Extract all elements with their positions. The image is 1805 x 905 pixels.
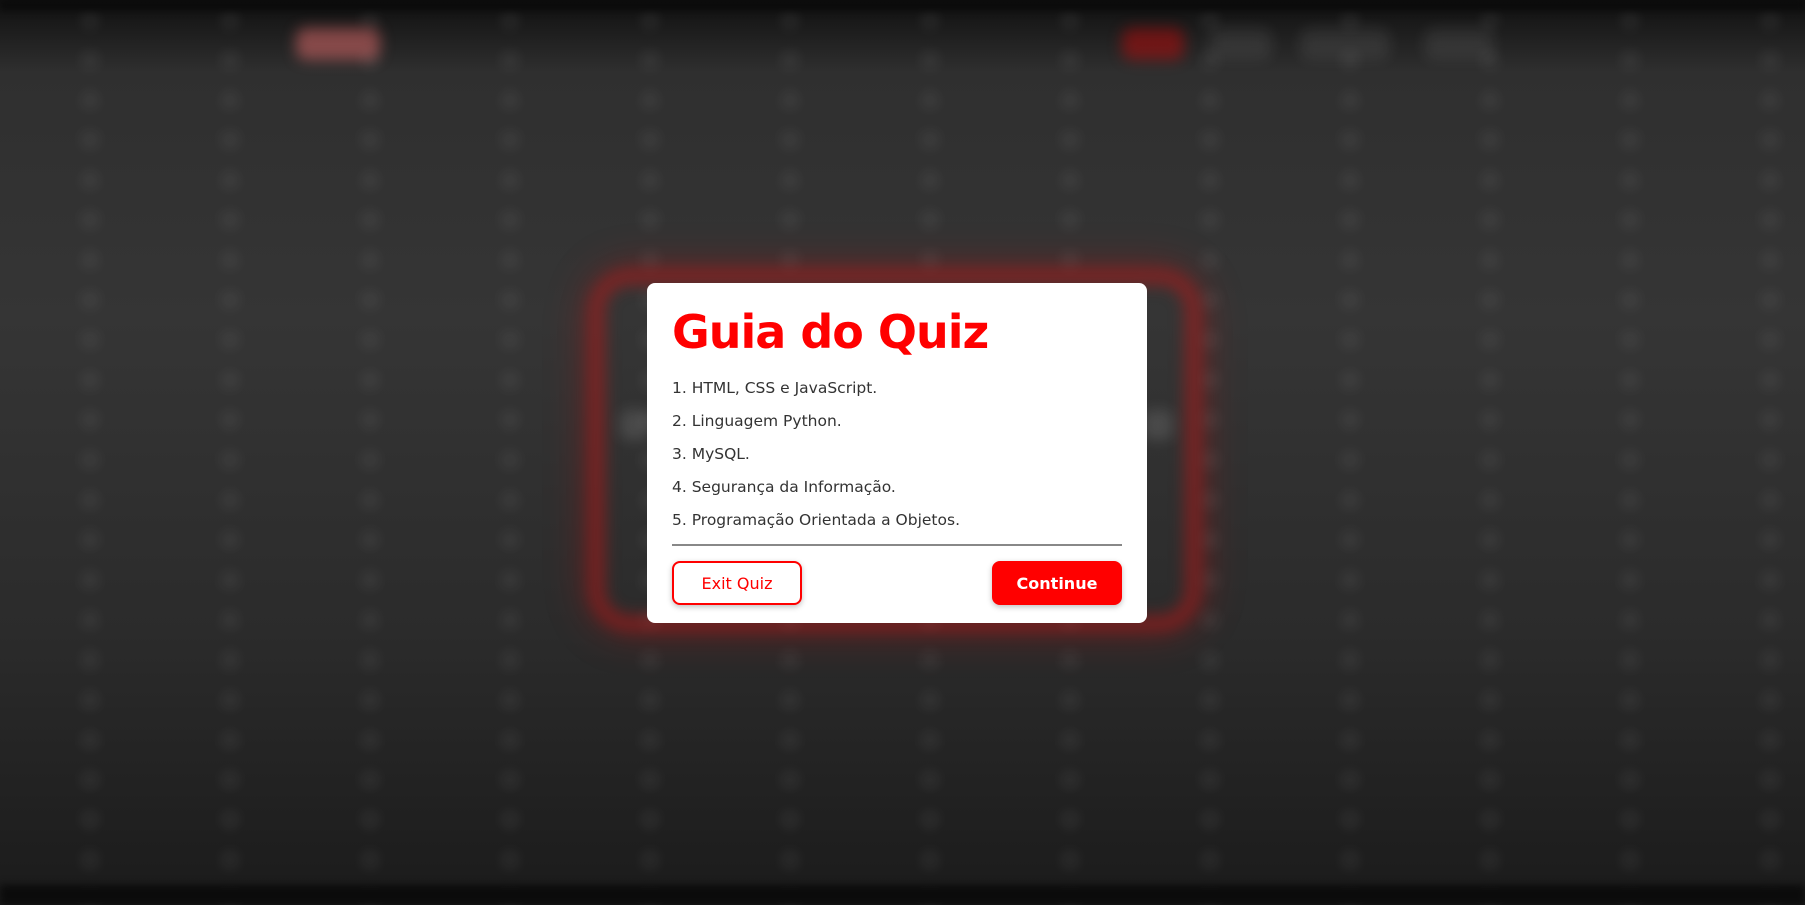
quiz-topic-item: 5. Programação Orientada a Objetos. <box>672 511 960 529</box>
background-nav-item <box>1122 28 1184 60</box>
background-top-bar <box>0 0 1805 10</box>
exit-quiz-button[interactable]: Exit Quiz <box>672 561 802 605</box>
background-logo <box>296 28 380 60</box>
quiz-topic-item: 4. Segurança da Informação. <box>672 478 896 496</box>
continue-button[interactable]: Continue <box>992 561 1122 605</box>
modal-title: Guia do Quiz <box>672 305 989 359</box>
quiz-topics-list: 1. HTML, CSS e JavaScript. 2. Linguagem … <box>672 377 1122 542</box>
background-card-element <box>1143 410 1173 440</box>
background-nav-item <box>1424 28 1494 60</box>
quiz-topic-item: 3. MySQL. <box>672 445 750 463</box>
background-bottom-bar <box>0 885 1805 905</box>
quiz-topic-item: 1. HTML, CSS e JavaScript. <box>672 379 878 397</box>
background-nav-item <box>1300 28 1390 60</box>
divider <box>672 544 1122 546</box>
background-card-element <box>620 410 650 440</box>
quiz-guide-modal: Guia do Quiz 1. HTML, CSS e JavaScript. … <box>647 283 1147 623</box>
quiz-topic-item: 2. Linguagem Python. <box>672 412 842 430</box>
background-nav-item <box>1210 28 1272 60</box>
